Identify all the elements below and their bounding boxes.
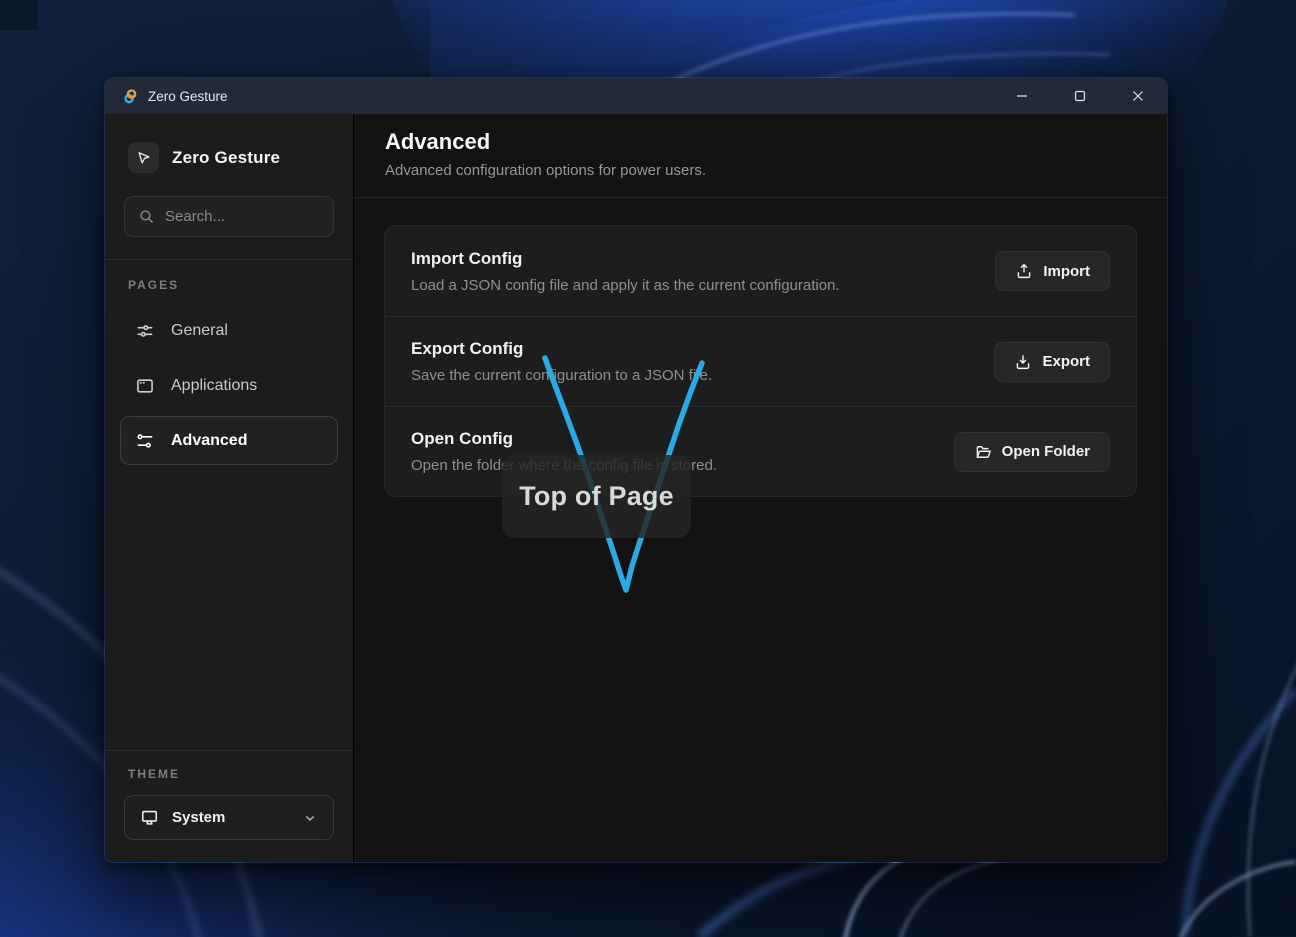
import-config-row: Import Config Load a JSON config file an… <box>385 226 1136 316</box>
import-button[interactable]: Import <box>995 251 1110 291</box>
theme-section-label: THEME <box>120 767 338 781</box>
sidebar-divider <box>105 750 353 751</box>
search-box[interactable] <box>124 196 334 237</box>
main-panel: Advanced Advanced configuration options … <box>354 114 1167 862</box>
pages-section-label: PAGES <box>120 278 338 292</box>
titlebar: Zero Gesture <box>105 78 1167 114</box>
open-folder-button[interactable]: Open Folder <box>954 432 1110 472</box>
settings-content: Import Config Load a JSON config file an… <box>354 198 1167 524</box>
route-options-icon <box>135 431 155 451</box>
chevron-down-icon <box>302 810 318 826</box>
window-controls <box>993 78 1167 114</box>
search-icon <box>138 208 155 225</box>
download-icon <box>1014 353 1032 371</box>
export-config-row: Export Config Save the current configura… <box>385 316 1136 406</box>
page-title: Advanced <box>385 129 1136 155</box>
app-brand: Zero Gesture <box>120 142 338 173</box>
sidebar-divider <box>105 259 353 260</box>
search-input[interactable] <box>165 208 320 225</box>
theme-selected-value: System <box>172 809 225 826</box>
pointer-icon <box>128 142 159 173</box>
sidebar-item-general[interactable]: General <box>120 306 338 355</box>
sidebar: Zero Gesture PAGES <box>105 114 354 862</box>
sidebar-item-label: General <box>171 322 228 340</box>
row-title: Export Config <box>411 339 994 359</box>
button-label: Import <box>1043 263 1090 280</box>
monitor-icon <box>140 808 159 827</box>
adjustments-icon <box>135 321 155 341</box>
row-description: Load a JSON config file and apply it as … <box>411 277 995 294</box>
page-header: Advanced Advanced configuration options … <box>354 114 1167 198</box>
sidebar-item-advanced[interactable]: Advanced <box>120 416 338 465</box>
folder-open-icon <box>974 443 992 461</box>
gesture-action-tooltip: Top of Page <box>502 455 691 538</box>
theme-dropdown[interactable]: System <box>124 795 334 840</box>
page-subtitle: Advanced configuration options for power… <box>385 162 1136 179</box>
sidebar-item-applications[interactable]: Applications <box>120 361 338 410</box>
open-config-row: Open Config Open the folder where the co… <box>385 406 1136 496</box>
app-window-icon <box>135 376 155 396</box>
sidebar-item-label: Applications <box>171 377 257 395</box>
app-logo-icon <box>122 88 139 105</box>
row-title: Import Config <box>411 249 995 269</box>
close-button[interactable] <box>1109 78 1167 114</box>
export-button[interactable]: Export <box>994 342 1110 382</box>
minimize-button[interactable] <box>993 78 1051 114</box>
sidebar-theme-section: THEME System <box>120 750 338 844</box>
upload-icon <box>1015 262 1033 280</box>
window-title: Zero Gesture <box>148 89 228 104</box>
gesture-action-label: Top of Page <box>519 481 674 512</box>
row-description: Save the current configuration to a JSON… <box>411 367 994 384</box>
config-card: Import Config Load a JSON config file an… <box>384 225 1137 497</box>
sidebar-item-label: Advanced <box>171 432 247 450</box>
button-label: Export <box>1042 353 1090 370</box>
brand-name: Zero Gesture <box>172 148 280 168</box>
maximize-button[interactable] <box>1051 78 1109 114</box>
button-label: Open Folder <box>1002 443 1090 460</box>
row-title: Open Config <box>411 429 954 449</box>
